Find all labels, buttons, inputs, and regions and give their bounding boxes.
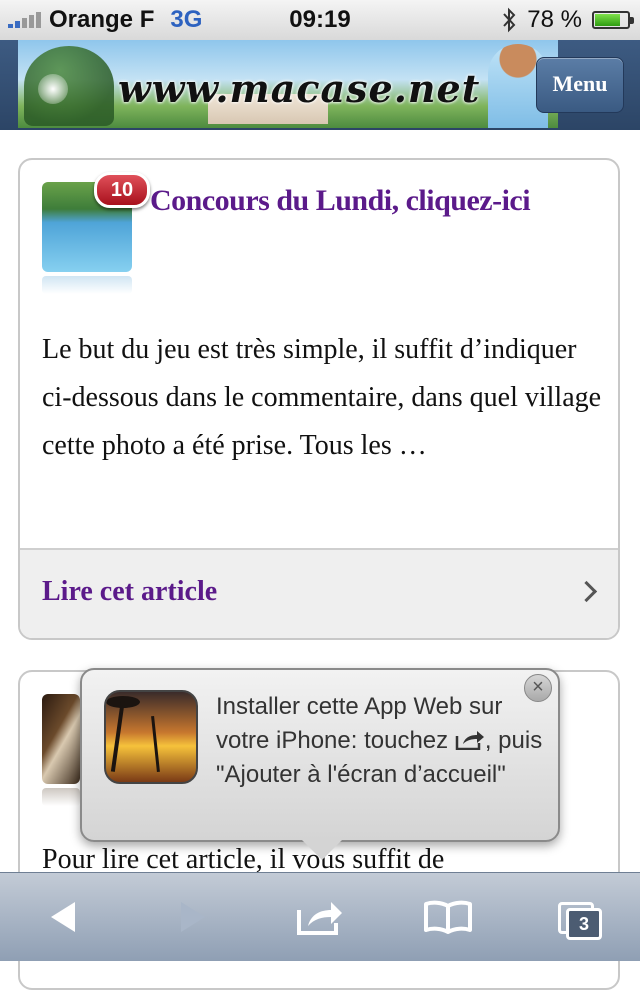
- site-logo[interactable]: www.macase.net: [118, 66, 480, 111]
- bluetooth-icon: [503, 7, 516, 33]
- read-more-button[interactable]: Lire cet article: [20, 548, 618, 638]
- forward-arrow-icon: [181, 902, 205, 932]
- app-icon: [104, 690, 198, 784]
- battery-percent: 78 %: [527, 6, 582, 33]
- menu-button[interactable]: Menu: [536, 57, 624, 113]
- chevron-right-icon: [575, 580, 598, 603]
- article-excerpt: Le but du jeu est très simple, il suffit…: [42, 334, 602, 461]
- share-icon: [455, 731, 484, 750]
- back-arrow-icon: [51, 902, 75, 932]
- bookmarks-button[interactable]: [416, 889, 480, 945]
- article-title[interactable]: Concours du Lundi, cliquez-ici: [150, 184, 590, 218]
- close-popup-button[interactable]: ×: [524, 674, 552, 702]
- bookmarks-icon: [424, 900, 472, 934]
- article-thumbnail[interactable]: [42, 694, 80, 784]
- thumbnail-reflection: [42, 276, 132, 294]
- install-instructions: Installer cette App Web sur votre iPhone…: [216, 690, 546, 792]
- share-button[interactable]: [288, 889, 352, 945]
- forward-button[interactable]: [160, 889, 224, 945]
- browser-toolbar: 3: [0, 872, 640, 961]
- thumbnail-reflection: [42, 788, 80, 806]
- tabs-icon: 3: [558, 902, 602, 940]
- back-button[interactable]: [32, 889, 96, 945]
- status-right: 78 %: [501, 6, 634, 34]
- header-banner[interactable]: www.macase.net: [18, 40, 558, 128]
- tabs-button[interactable]: 3: [544, 889, 608, 945]
- battery-icon: [592, 11, 634, 29]
- install-app-popup: Installer cette App Web sur votre iPhone…: [80, 668, 560, 860]
- status-bar: Orange F 3G 09:19 78 %: [0, 0, 640, 41]
- tabs-count: 3: [566, 908, 602, 940]
- read-more-label: Lire cet article: [42, 576, 218, 607]
- site-header: www.macase.net Menu: [0, 40, 640, 130]
- share-icon: [297, 902, 342, 935]
- article-card[interactable]: 10 Concours du Lundi, cliquez-ici Le but…: [18, 158, 620, 640]
- comment-count-badge: 10: [94, 172, 150, 208]
